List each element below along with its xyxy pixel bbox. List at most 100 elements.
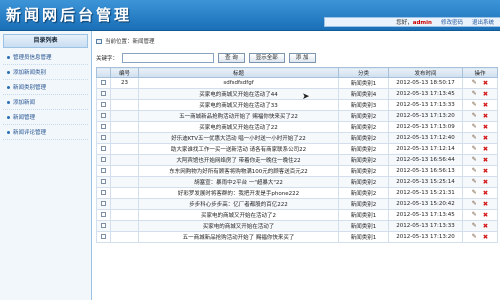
row-checkbox-cell xyxy=(96,165,111,177)
row-time: 2012-05-13 15:20:42 xyxy=(388,198,463,210)
logout-link[interactable]: 退出系统 xyxy=(472,18,494,26)
row-checkbox-cell xyxy=(96,198,111,210)
delete-x-icon[interactable]: ✖ xyxy=(483,178,488,186)
pencil-icon[interactable]: ✎ xyxy=(472,101,477,109)
pencil-icon[interactable]: ✎ xyxy=(472,233,477,241)
row-checkbox[interactable] xyxy=(101,102,106,107)
delete-x-icon[interactable]: ✖ xyxy=(483,211,488,219)
pencil-icon[interactable]: ✎ xyxy=(472,211,477,219)
delete-x-icon[interactable]: ✖ xyxy=(483,145,488,153)
row-category: 新闻类别2 xyxy=(338,165,389,177)
pencil-icon[interactable]: ✎ xyxy=(472,200,477,208)
row-checkbox[interactable] xyxy=(101,201,106,206)
row-checkbox[interactable] xyxy=(101,234,106,239)
main-content: 当前位置：新闻管理 关键字： 查 询 显示全部 添 加 编号 标题 分类 发布时间 操作… xyxy=(96,36,499,243)
show-all-button[interactable]: 显示全部 xyxy=(248,53,285,63)
change-password-link[interactable]: 修改密码 xyxy=(441,18,463,26)
pencil-icon[interactable]: ✎ xyxy=(472,222,477,230)
row-actions: ✎ ✖ xyxy=(462,220,498,232)
row-category: 新闻类别1 xyxy=(338,220,389,232)
table-row: 买家电的商城又开始在活动了2 新闻类别1 2012-05-13 17:13:45 ✎ ✖ xyxy=(96,209,498,221)
row-checkbox[interactable] xyxy=(101,212,106,217)
row-checkbox[interactable] xyxy=(101,223,106,228)
table-row: 大阿宾馆也开始网络房了 带着你走一晚住一晚住22 新闻类别2 2012-05-13 … xyxy=(96,154,498,166)
row-checkbox[interactable] xyxy=(101,135,106,140)
action-group: ✎ ✖ xyxy=(464,123,497,131)
sidebar-item[interactable]: 新闻管理 xyxy=(3,110,88,125)
delete-x-icon[interactable]: ✖ xyxy=(483,79,488,87)
welcome-text: 您好，admin xyxy=(396,18,432,26)
pencil-icon[interactable]: ✎ xyxy=(472,189,477,197)
sidebar-item[interactable]: 管理员信息管理 xyxy=(3,50,88,65)
pencil-icon[interactable]: ✎ xyxy=(472,145,477,153)
delete-x-icon[interactable]: ✖ xyxy=(483,112,488,120)
row-checkbox[interactable] xyxy=(101,190,106,195)
action-group: ✎ ✖ xyxy=(464,211,497,219)
row-id xyxy=(110,231,139,243)
row-id xyxy=(110,187,139,199)
row-checkbox[interactable] xyxy=(101,91,106,96)
delete-x-icon[interactable]: ✖ xyxy=(483,101,488,109)
row-checkbox[interactable] xyxy=(101,124,106,129)
row-checkbox-cell xyxy=(96,187,111,199)
pencil-icon[interactable]: ✎ xyxy=(472,90,477,98)
row-checkbox-cell xyxy=(96,88,111,100)
add-button[interactable]: 添 加 xyxy=(288,53,316,63)
row-id xyxy=(110,209,139,221)
pencil-icon[interactable]: ✎ xyxy=(472,112,477,120)
action-group: ✎ ✖ xyxy=(464,200,497,208)
row-checkbox[interactable] xyxy=(101,146,106,151)
row-time: 2012-05-13 17:13:45 xyxy=(388,209,463,221)
delete-x-icon[interactable]: ✖ xyxy=(483,233,488,241)
table-row: 23 sdfsdfsdfgf 新闻类别1 2012-05-13 18:50:17 ✎ ✖ xyxy=(96,77,498,89)
row-id xyxy=(110,198,139,210)
row-checkbox[interactable] xyxy=(101,179,106,184)
table-row: 五一商城新品抢购活动开始了 赐福你快来买了22 新闻类别2 2012-05-13 1… xyxy=(96,110,498,122)
table-row: 好乐迪KTV五一优惠大活动 唱一小时送一小时开始了22 新闻类别2 2012-05-… xyxy=(96,132,498,144)
pencil-icon[interactable]: ✎ xyxy=(472,123,477,131)
sidebar-item-label: 添加新闻类别 xyxy=(13,70,47,76)
row-title: 五一商城新品抢购活动开始了 赐福你快来买了22 xyxy=(138,110,339,122)
query-button[interactable]: 查 询 xyxy=(218,53,245,63)
row-checkbox[interactable] xyxy=(101,113,106,118)
delete-x-icon[interactable]: ✖ xyxy=(483,123,488,131)
pencil-icon[interactable]: ✎ xyxy=(472,79,477,87)
row-time: 2012-05-13 17:13:09 xyxy=(388,121,463,133)
column-header: 标题 xyxy=(138,67,339,78)
bullet-icon xyxy=(7,100,10,104)
delete-x-icon[interactable]: ✖ xyxy=(483,156,488,164)
sidebar-item[interactable]: 新闻评论管理 xyxy=(3,125,88,140)
row-actions: ✎ ✖ xyxy=(462,231,498,243)
row-checkbox[interactable] xyxy=(101,80,106,85)
row-checkbox-cell xyxy=(96,99,111,111)
sidebar-title: 目录列表 xyxy=(3,34,88,48)
delete-x-icon[interactable]: ✖ xyxy=(483,134,488,142)
row-actions: ✎ ✖ xyxy=(462,77,498,89)
delete-x-icon[interactable]: ✖ xyxy=(483,167,488,175)
column-header[interactable] xyxy=(96,67,111,78)
delete-x-icon[interactable]: ✖ xyxy=(483,200,488,208)
pencil-icon[interactable]: ✎ xyxy=(472,178,477,186)
row-category: 新闻类别1 xyxy=(338,77,389,89)
pencil-icon[interactable]: ✎ xyxy=(472,167,477,175)
table-row: 东东网购物为好所有顾客将购物满100元的顾客送百元22 新闻类别2 2012-05-… xyxy=(96,165,498,177)
sidebar-item[interactable]: 新闻类别管理 xyxy=(3,80,88,95)
pencil-icon[interactable]: ✎ xyxy=(472,134,477,142)
home-icon xyxy=(96,38,102,44)
delete-x-icon[interactable]: ✖ xyxy=(483,189,488,197)
row-category: 新闻类别2 xyxy=(338,143,389,155)
sidebar-item[interactable]: 添加新闻 xyxy=(3,95,88,110)
keyword-input[interactable] xyxy=(122,53,215,63)
row-id xyxy=(110,88,139,100)
delete-x-icon[interactable]: ✖ xyxy=(483,222,488,230)
row-actions: ✎ ✖ xyxy=(462,121,498,133)
row-checkbox[interactable] xyxy=(101,168,106,173)
sidebar-item[interactable]: 添加新闻类别 xyxy=(3,65,88,80)
row-category: 新闻类别2 xyxy=(338,198,389,210)
breadcrumb-text: 当前位置：新闻管理 xyxy=(105,39,155,45)
delete-x-icon[interactable]: ✖ xyxy=(483,90,488,98)
row-title: 步步科心步步高：亿厂者都股的百亿222 xyxy=(138,198,339,210)
pencil-icon[interactable]: ✎ xyxy=(472,156,477,164)
row-category: 新闻类别3 xyxy=(338,99,389,111)
row-checkbox[interactable] xyxy=(101,157,106,162)
